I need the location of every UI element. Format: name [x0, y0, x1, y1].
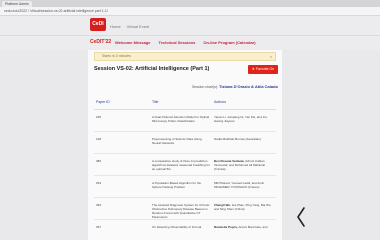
url-text[interactable]: cedu.edu/2022 / Virtual/session-vs-02 ar… [4, 8, 108, 15]
table-header-row: Paper ID Title Authors [94, 95, 276, 110]
paper-title[interactable]: A Dual-Channel Attention Model for Optic… [152, 109, 214, 132]
session-title: Session VS-02: Artificial Intelligence (… [94, 66, 210, 72]
session-chairs: Session chair(s): Tiziana D'Orazio & Ati… [148, 84, 278, 89]
paper-id: 380 [94, 153, 152, 176]
header-authors: Authors [214, 95, 276, 110]
nav-home-link[interactable]: Home [110, 24, 121, 29]
table-row[interactable]: 397 On Detecting Observability of Formal… [94, 219, 276, 240]
paper-title[interactable]: On Detecting Observability of Formal [152, 219, 214, 240]
table-row[interactable]: 380 A comparative study of three AI pred… [94, 153, 276, 176]
table-row[interactable]: 235 A Dual-Channel Attention Model for O… [94, 109, 276, 132]
paper-authors: MR Pitanod, Youssef Laddi, and Amin MOHA… [214, 175, 276, 198]
site-logo[interactable]: CeDI [90, 18, 106, 31]
paper-id: 263 [94, 175, 152, 198]
chairs-label: Session chair(s): [191, 85, 219, 89]
browser-tab-bar: Platform Admin [0, 0, 380, 7]
papers-table: Paper ID Title Authors 235 A Dual-Channe… [94, 95, 276, 240]
favorite-button[interactable]: ★ Favorite On [248, 65, 278, 74]
authors-text: MR Pitanod, Youssef Laddi, and Amin MOHA… [214, 180, 265, 189]
authors-text: Nadia Mokhtari-Borrow (Australian) [214, 136, 261, 141]
nav-virtual-event-link[interactable]: Virtual Event [127, 24, 150, 29]
close-icon[interactable]: × [270, 53, 272, 60]
event-brand[interactable]: CeDIT'22 [90, 39, 111, 45]
paper-title[interactable]: A Population-Based Algorithm for the Sph… [152, 175, 214, 198]
session-content: Starts in 3 minutes × Session VS-02: Art… [88, 50, 282, 240]
paper-authors: Zhangli Wu, Hui Zhao, Ping Yang, Bai Wu,… [214, 197, 276, 220]
chevron-left-icon[interactable] [295, 206, 307, 228]
authors-text: Yanan Li, Junqiang Gi, Yan Pei, and Jin-… [214, 114, 268, 123]
table-row[interactable]: 393 The Assisted Diagnosis System for Ch… [94, 197, 276, 220]
paper-title[interactable]: A comparative study of three AI predicti… [152, 153, 214, 176]
paper-id: 397 [94, 219, 152, 240]
paper-title[interactable]: The Assisted Diagnosis System for Chroni… [152, 197, 214, 220]
technical-sessions-link[interactable]: Technical Sessions [159, 40, 196, 45]
presenting-author: Nastasiia Popov, [214, 224, 238, 229]
table-row[interactable]: 128 Preprocessing of Seismic Data Using … [94, 131, 276, 154]
top-nav: Home Virtual Event [110, 24, 149, 29]
paper-title[interactable]: Preprocessing of Seismic Data Using Neur… [152, 131, 214, 154]
event-links: Welcome Message Technical Sessions On-li… [115, 40, 256, 45]
table-row[interactable]: 263 A Population-Based Algorithm for the… [94, 175, 276, 198]
paper-authors: Ben Rosana Venkata, Achraf, Fabian Tamis… [214, 153, 276, 176]
address-bar[interactable]: cedu.edu/2022 / Virtual/session-vs-02 ar… [0, 7, 380, 16]
event-nav: CeDIT'22 Welcome Message Technical Sessi… [0, 36, 380, 50]
paper-authors: Yanan Li, Junqiang Gi, Yan Pei, and Jin-… [214, 109, 276, 132]
paper-id: 128 [94, 131, 152, 154]
paper-authors: Nadia Mokhtari-Borrow (Australian) [214, 131, 276, 154]
authors-text: Antoni Marczuka, and [237, 224, 268, 229]
chairs-value: Tiziana D'Orazio & Atila Calado [219, 84, 278, 89]
alert-text: Starts in 3 minutes [102, 54, 131, 58]
site-header: CeDI Home Virtual Event [0, 16, 380, 36]
start-alert: Starts in 3 minutes × [94, 52, 276, 61]
welcome-message-link[interactable]: Welcome Message [115, 40, 151, 45]
online-program-link[interactable]: On-line Program (Calendar) [203, 40, 255, 45]
paper-id: 393 [94, 197, 152, 220]
paper-authors: Nastasiia Popov, Antoni Marczuka, and [214, 219, 276, 240]
paper-id: 235 [94, 109, 152, 132]
header-title: Title [152, 95, 214, 110]
header-paper-id: Paper ID [94, 95, 152, 110]
